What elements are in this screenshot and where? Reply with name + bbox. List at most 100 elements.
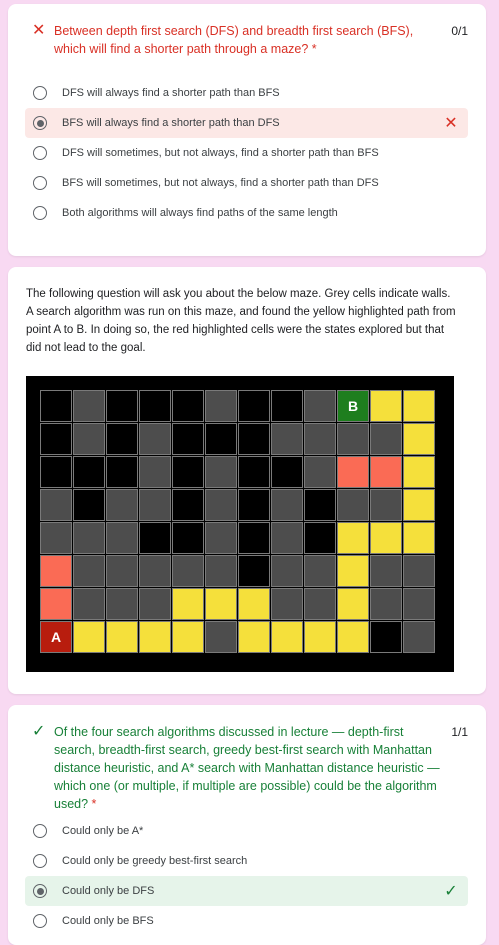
option-row-selected[interactable]: Could only be DFS ✓ [25, 876, 468, 906]
maze-cell [304, 423, 336, 455]
maze-cell-start: A [40, 621, 72, 653]
maze-cell [271, 456, 303, 488]
maze-cell [172, 588, 204, 620]
maze-cell [106, 456, 138, 488]
radio-button-selected[interactable] [33, 884, 47, 898]
maze-cell [106, 423, 138, 455]
maze-cell [172, 489, 204, 521]
maze-cell [139, 423, 171, 455]
maze-image: BA [26, 376, 454, 672]
maze-cell [337, 588, 369, 620]
radio-button[interactable] [33, 914, 47, 928]
maze-cell [205, 456, 237, 488]
question-card-algorithm: ✓ Of the four search algorithms discusse… [8, 705, 486, 945]
option-label: BFS will sometimes, but not always, find… [62, 177, 379, 189]
maze-cell [205, 555, 237, 587]
maze-cell [238, 390, 270, 422]
maze-cell [403, 555, 435, 587]
maze-cell [271, 588, 303, 620]
maze-cell [172, 423, 204, 455]
maze-cell [40, 489, 72, 521]
maze-cell [304, 555, 336, 587]
option-label: Could only be A* [62, 825, 144, 837]
option-label: BFS will always find a shorter path than… [62, 117, 280, 129]
maze-cell [337, 423, 369, 455]
maze-cell [205, 390, 237, 422]
maze-cell [106, 522, 138, 554]
maze-cell [139, 522, 171, 554]
maze-cell [40, 555, 72, 587]
maze-cell [304, 390, 336, 422]
option-row[interactable]: DFS will sometimes, but not always, find… [25, 138, 468, 168]
maze-cell [337, 489, 369, 521]
maze-cell [238, 555, 270, 587]
maze-cell [73, 390, 105, 422]
option-row[interactable]: Could only be BFS [25, 906, 468, 936]
maze-section-card: The following question will ask you abou… [8, 267, 486, 694]
maze-cell [304, 522, 336, 554]
x-mark-icon: ✕ [444, 115, 458, 132]
maze-cell [73, 489, 105, 521]
question-header: ✓ Of the four search algorithms discusse… [32, 723, 468, 813]
question-title-text: Between depth first search (DFS) and bre… [54, 24, 414, 56]
check-mark-icon: ✓ [444, 883, 458, 900]
maze-cell [304, 456, 336, 488]
maze-cell [337, 621, 369, 653]
option-label: Could only be greedy best-first search [62, 855, 248, 867]
maze-cell [172, 621, 204, 653]
maze-cell [304, 621, 336, 653]
maze-cell [370, 522, 402, 554]
option-row[interactable]: Could only be A* [25, 816, 468, 846]
maze-cell [73, 522, 105, 554]
option-label: Could only be BFS [62, 915, 154, 927]
radio-button[interactable] [33, 146, 47, 160]
maze-cell [40, 522, 72, 554]
maze-cell [337, 522, 369, 554]
maze-cell [73, 621, 105, 653]
maze-cell [139, 621, 171, 653]
radio-button[interactable] [33, 854, 47, 868]
maze-cell [271, 489, 303, 521]
maze-cell [403, 456, 435, 488]
maze-cell [238, 423, 270, 455]
option-row-selected[interactable]: BFS will always find a shorter path than… [25, 108, 468, 138]
maze-cell [139, 456, 171, 488]
maze-cell [403, 489, 435, 521]
maze-cell [238, 588, 270, 620]
maze-cell [403, 522, 435, 554]
question-score: 0/1 [451, 24, 468, 38]
maze-cell [172, 390, 204, 422]
question-card-dfs-bfs: ✕ Between depth first search (DFS) and b… [8, 4, 486, 256]
maze-cell [271, 390, 303, 422]
radio-button[interactable] [33, 824, 47, 838]
maze-cell [271, 423, 303, 455]
maze-cell [205, 522, 237, 554]
option-row[interactable]: Both algorithms will always find paths o… [25, 198, 468, 228]
maze-cell [139, 588, 171, 620]
radio-button[interactable] [33, 206, 47, 220]
required-asterisk: * [88, 797, 97, 811]
maze-cell [238, 456, 270, 488]
maze-cell-goal: B [337, 390, 369, 422]
maze-cell [106, 390, 138, 422]
maze-cell [403, 390, 435, 422]
maze-cell [205, 489, 237, 521]
option-label: Both algorithms will always find paths o… [62, 207, 338, 219]
maze-cell [205, 588, 237, 620]
radio-button[interactable] [33, 176, 47, 190]
maze-cell [40, 423, 72, 455]
radio-button-selected[interactable] [33, 116, 47, 130]
option-row[interactable]: Could only be greedy best-first search [25, 846, 468, 876]
required-asterisk: * [308, 42, 317, 56]
question-score: 1/1 [451, 725, 468, 739]
maze-cell [238, 489, 270, 521]
maze-cell [370, 390, 402, 422]
maze-cell [271, 522, 303, 554]
maze-cell [40, 588, 72, 620]
radio-button[interactable] [33, 86, 47, 100]
option-row[interactable]: BFS will sometimes, but not always, find… [25, 168, 468, 198]
option-row[interactable]: DFS will always find a shorter path than… [25, 78, 468, 108]
incorrect-x-icon: ✕ [32, 22, 46, 39]
maze-cell [205, 621, 237, 653]
maze-cell [370, 588, 402, 620]
